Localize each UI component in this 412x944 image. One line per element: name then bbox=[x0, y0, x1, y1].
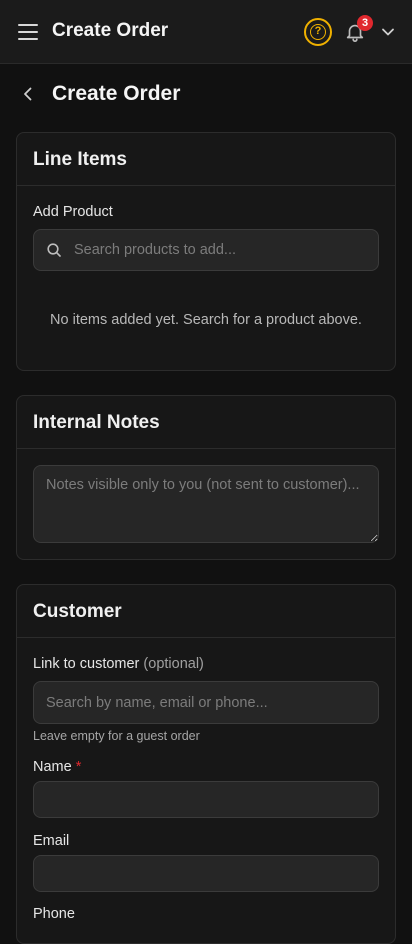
page-title: Create Order bbox=[52, 82, 181, 105]
required-marker: * bbox=[75, 759, 82, 775]
line-items-title: Line Items bbox=[17, 133, 395, 186]
help-icon: ? bbox=[310, 24, 326, 40]
email-label: Email bbox=[33, 833, 70, 849]
top-bar: Create Order ? 3 bbox=[0, 0, 412, 64]
email-field[interactable] bbox=[33, 855, 379, 892]
optional-tag: (optional) bbox=[143, 656, 204, 672]
link-customer-label: Link to customer (optional) bbox=[33, 656, 204, 672]
internal-notes-title: Internal Notes bbox=[17, 396, 395, 449]
phone-label: Phone bbox=[33, 906, 75, 922]
notification-badge: 3 bbox=[357, 15, 373, 31]
customer-search-placeholder: Search by name, email or phone... bbox=[46, 694, 268, 711]
link-customer-label-text: Link to customer bbox=[33, 656, 140, 672]
product-search-input[interactable]: Search products to add... bbox=[33, 229, 379, 271]
name-label: Name * bbox=[33, 759, 81, 775]
customer-title: Customer bbox=[17, 585, 395, 638]
menu-icon[interactable] bbox=[18, 24, 38, 40]
add-product-label: Add Product bbox=[33, 204, 113, 220]
internal-notes-textarea[interactable] bbox=[33, 465, 379, 543]
product-search-placeholder: Search products to add... bbox=[74, 242, 237, 258]
name-field[interactable] bbox=[33, 781, 379, 818]
empty-items-message: No items added yet. Search for a product… bbox=[50, 312, 362, 328]
internal-notes-card: Internal Notes bbox=[16, 395, 396, 560]
guest-order-hint: Leave empty for a guest order bbox=[33, 729, 200, 743]
customer-search-input[interactable]: Search by name, email or phone... bbox=[33, 681, 379, 724]
name-label-text: Name bbox=[33, 759, 72, 775]
customer-card: Customer Link to customer (optional) Sea… bbox=[16, 584, 396, 944]
line-items-card: Line Items Add Product Search products t… bbox=[16, 132, 396, 371]
search-icon bbox=[47, 243, 61, 257]
help-button[interactable]: ? bbox=[304, 18, 332, 46]
app-title: Create Order bbox=[52, 20, 169, 41]
back-icon[interactable] bbox=[18, 84, 38, 104]
chevron-down-icon[interactable] bbox=[380, 25, 396, 39]
